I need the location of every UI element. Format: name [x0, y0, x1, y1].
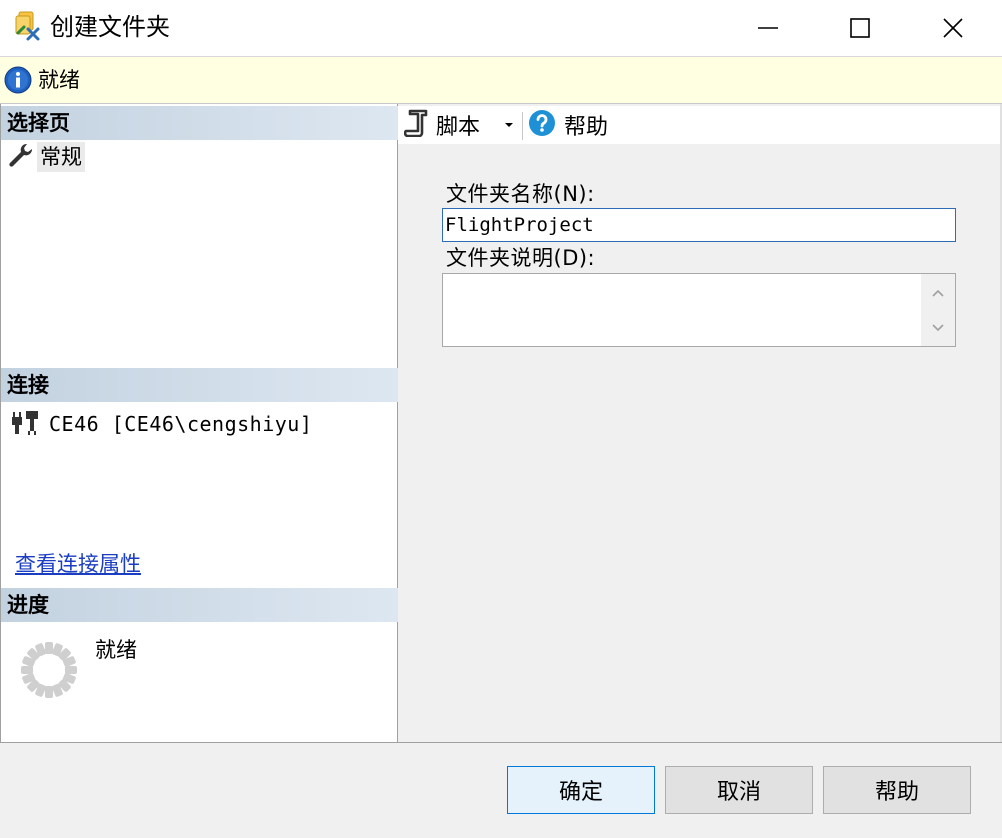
folder-description-input[interactable] — [443, 274, 921, 346]
right-pane: 脚本 帮助 文件夹名称(N): 文件夹说明(D): — [398, 104, 1002, 742]
progress-status-text: 就绪 — [95, 638, 137, 662]
toolbar-separator — [522, 112, 523, 140]
scroll-down-button[interactable] — [921, 311, 955, 345]
wrench-icon — [7, 142, 33, 172]
help-icon — [528, 109, 556, 141]
plug-icon — [11, 409, 41, 439]
folder-description-label: 文件夹说明(D): — [446, 246, 596, 270]
page-item-label: 常规 — [37, 142, 85, 172]
chevron-down-icon — [932, 324, 944, 332]
description-scrollbar[interactable] — [921, 274, 955, 346]
folder-name-input[interactable] — [442, 208, 956, 242]
folder-description-box — [442, 273, 956, 347]
script-button[interactable]: 脚本 — [403, 109, 481, 141]
folder-new-icon — [14, 11, 44, 43]
connection-header: 连接 — [1, 368, 398, 402]
cancel-button[interactable]: 取消 — [665, 766, 813, 814]
view-connection-properties-link[interactable]: 查看连接属性 — [15, 548, 141, 578]
window-title: 创建文件夹 — [50, 13, 170, 41]
info-icon — [4, 66, 32, 94]
progress-spinner-icon — [19, 640, 79, 700]
help-button[interactable]: 帮助 — [823, 766, 971, 814]
title-bar: 创建文件夹 — [0, 0, 1002, 56]
ok-button[interactable]: 确定 — [507, 766, 655, 814]
maximize-button[interactable] — [813, 0, 907, 56]
toolbar-help-button[interactable]: 帮助 — [528, 110, 608, 140]
caret-down-icon — [505, 123, 513, 127]
close-icon — [943, 18, 963, 38]
select-page-header: 选择页 — [1, 106, 398, 140]
status-info-bar: 就绪 — [0, 56, 1002, 104]
left-pane: 选择页 常规 连接 CE46 [CE46\cengshiyu] 查看连接属性 进… — [0, 104, 398, 742]
chevron-up-icon — [932, 289, 944, 297]
minimize-icon — [758, 27, 778, 29]
create-folder-dialog: 创建文件夹 就绪 选择页 常规 连接 CE46 [CE46\cengshiyu]… — [0, 0, 1002, 838]
script-icon — [403, 109, 428, 141]
progress-header: 进度 — [1, 588, 398, 622]
minimize-button[interactable] — [721, 0, 815, 56]
connection-item: CE46 [CE46\cengshiyu] — [11, 410, 312, 438]
script-dropdown-button[interactable] — [500, 110, 518, 140]
folder-name-label: 文件夹名称(N): — [446, 182, 595, 206]
scroll-up-button[interactable] — [921, 276, 955, 310]
connection-label: CE46 [CE46\cengshiyu] — [49, 412, 313, 436]
close-button[interactable] — [906, 0, 1000, 56]
toolbar-help-label: 帮助 — [564, 115, 609, 140]
dialog-footer: 确定 取消 帮助 — [0, 742, 1002, 838]
toolbar: 脚本 帮助 — [398, 106, 1000, 144]
status-text: 就绪 — [38, 68, 80, 92]
script-label: 脚本 — [436, 115, 481, 140]
maximize-icon — [850, 18, 870, 38]
page-item-general[interactable]: 常规 — [7, 142, 85, 172]
